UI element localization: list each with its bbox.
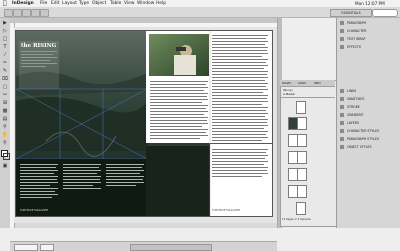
character-icon: [340, 29, 344, 33]
tab-pages[interactable]: PAGES: [282, 80, 291, 86]
note-tool-icon[interactable]: ▤: [1, 116, 9, 123]
right-page-art: [146, 31, 272, 216]
intro-text-frame[interactable]: [21, 51, 57, 85]
panel-links[interactable]: LINKS: [340, 88, 398, 95]
menu-edit[interactable]: Edit: [51, 0, 60, 7]
text-wrap-icon: [340, 37, 344, 41]
menu-help[interactable]: Help: [156, 0, 166, 7]
pages-divider: [280, 97, 335, 98]
rotate-button[interactable]: [31, 9, 40, 17]
left-body-columns: [20, 164, 144, 198]
workspace-switcher[interactable]: ESSENTIALS: [330, 9, 372, 17]
clock[interactable]: Mon 12:07 PM: [355, 0, 385, 7]
pages-count: 12 Pages in 6 Spreads: [282, 218, 311, 221]
frame-button[interactable]: [4, 9, 13, 17]
swatches-icon: [340, 97, 344, 101]
right-page[interactable]: FORTEKKE MAGAZINE: [146, 30, 273, 217]
pencil-tool-icon[interactable]: ✎: [1, 68, 9, 75]
character-styles-icon: [340, 129, 344, 133]
selection-tool-icon[interactable]: ▶: [1, 20, 9, 27]
free-transform-icon[interactable]: ⊞: [1, 100, 9, 107]
panel-layers[interactable]: LAYERS: [340, 120, 398, 127]
type-button[interactable]: [13, 9, 22, 17]
flip-button[interactable]: [40, 9, 49, 17]
menu-object[interactable]: Object: [92, 0, 106, 7]
menu-view[interactable]: View: [124, 0, 134, 7]
page-tool-icon[interactable]: □: [1, 36, 9, 43]
pen-tool-icon[interactable]: ✑: [1, 60, 9, 67]
layers-icon: [340, 121, 344, 125]
right-folio: FORTEKKE MAGAZINE: [212, 209, 241, 212]
tab-links[interactable]: LINKS: [298, 80, 306, 86]
direct-selection-icon[interactable]: ▷: [1, 28, 9, 35]
type-tool-icon[interactable]: T: [1, 44, 9, 51]
zoom-tool-icon[interactable]: ⚲: [1, 140, 9, 147]
panel-character-styles[interactable]: CHARACTER STYLES: [340, 128, 398, 135]
view-mode-icon[interactable]: ▣: [1, 163, 9, 170]
panel-swatches[interactable]: SWATCHES: [340, 96, 398, 103]
paragraph-icon: [340, 21, 344, 25]
eyedropper-icon[interactable]: ⚲: [1, 124, 9, 131]
page-thumb-7[interactable]: [297, 151, 307, 164]
menu-table[interactable]: Table: [110, 0, 121, 7]
page-thumb-5[interactable]: [297, 134, 307, 147]
panel-paragraph[interactable]: PARAGRAPH: [340, 20, 398, 27]
menu-file[interactable]: File: [40, 0, 47, 7]
panel-object-styles[interactable]: OBJECT STYLES: [340, 144, 398, 151]
gradient-icon: [340, 113, 344, 117]
gradient-tool-icon[interactable]: ▩: [1, 108, 9, 115]
apple-icon[interactable]: : [3, 0, 7, 7]
panel-character[interactable]: CHARACTER: [340, 28, 398, 35]
page-thumb-11[interactable]: [297, 185, 307, 198]
scissors-icon[interactable]: ✂: [1, 92, 9, 99]
panel-effects[interactable]: EFFECTS: [340, 44, 398, 51]
page-thumb-9[interactable]: [297, 168, 307, 181]
left-folio: FORTEKKE MAGAZINE: [20, 209, 49, 212]
master-a[interactable]: A-Master: [283, 92, 295, 96]
object-styles-icon: [340, 145, 344, 149]
menu-window[interactable]: Window: [137, 0, 154, 7]
tab-info[interactable]: INFO: [314, 80, 321, 86]
menu-app-name[interactable]: InDesign: [12, 0, 34, 7]
effects-icon: [340, 45, 344, 49]
page-thumb-1[interactable]: [296, 101, 306, 114]
rectangle-frame-icon[interactable]: ⌧: [1, 76, 9, 83]
search-input[interactable]: [372, 9, 398, 17]
scale-button[interactable]: [22, 9, 31, 17]
panel-stroke[interactable]: STROKE: [340, 104, 398, 111]
paragraph-styles-icon: [340, 137, 344, 141]
control-bar: ESSENTIALS: [0, 7, 400, 18]
menu-type[interactable]: Type: [79, 0, 89, 7]
page-thumb-3[interactable]: [297, 117, 307, 130]
left-page[interactable]: the RISING FORTEKKE MAGAZINE: [15, 30, 148, 217]
panel-paragraph-styles[interactable]: PARAGRAPH STYLES: [340, 136, 398, 143]
page-thumb-12[interactable]: [296, 202, 306, 215]
line-tool-icon[interactable]: ⁄: [1, 52, 9, 59]
pages-panel-tabs: PAGES LINKS INFO: [280, 80, 335, 87]
hand-tool-icon[interactable]: ✋: [1, 132, 9, 139]
panel-text-wrap[interactable]: TEXT WRAP: [340, 36, 398, 43]
stroke-swatch[interactable]: [3, 153, 10, 160]
links-icon: [340, 89, 344, 93]
headline[interactable]: the RISING: [21, 43, 56, 49]
menu-layout[interactable]: Layout: [62, 0, 77, 7]
stroke-icon: [340, 105, 344, 109]
panel-gradient[interactable]: GRADIENT: [340, 112, 398, 119]
rectangle-tool-icon[interactable]: ▢: [1, 84, 9, 91]
